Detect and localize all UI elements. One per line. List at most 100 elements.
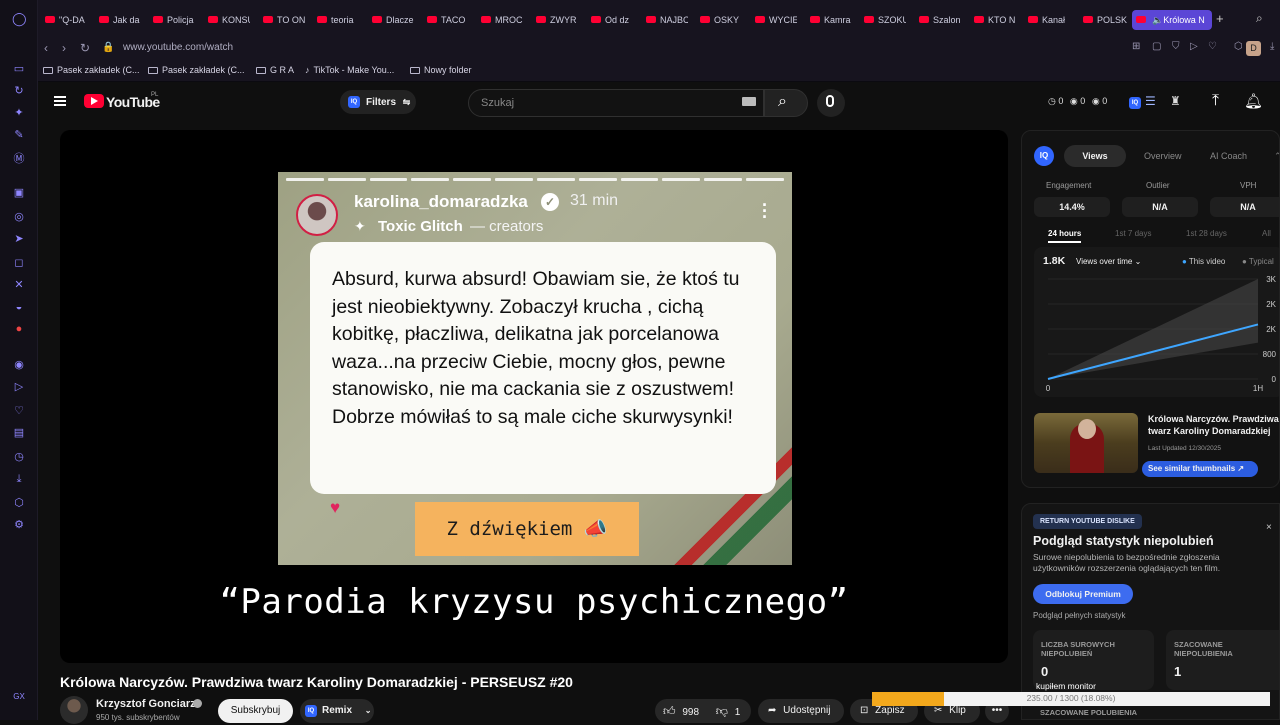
brush-icon[interactable]: ✎ bbox=[12, 128, 26, 142]
history-icon[interactable]: ◷ bbox=[12, 450, 26, 464]
shield-icon[interactable]: ⛉ bbox=[1172, 41, 1180, 52]
dislike-icon[interactable]: 👎︎ bbox=[716, 704, 728, 718]
remix-button[interactable]: IQ Remix ⌄ bbox=[300, 699, 374, 723]
tab[interactable]: TO ON bbox=[263, 10, 305, 30]
profile-avatar[interactable]: D bbox=[1246, 41, 1261, 56]
tab[interactable]: OSKY bbox=[700, 10, 742, 30]
tab[interactable]: KTO N bbox=[974, 10, 1016, 30]
settings-icon[interactable]: ⚙ bbox=[12, 518, 26, 532]
vidiq-icon[interactable]: IQ bbox=[1129, 97, 1141, 109]
time-tab-24h[interactable]: 24 hours bbox=[1048, 229, 1082, 243]
tab-ai-coach[interactable]: AI Coach bbox=[1210, 145, 1247, 167]
tab-active[interactable]: 🔈Królowa N bbox=[1132, 10, 1212, 30]
tab[interactable]: Od dz bbox=[591, 10, 633, 30]
like-icon[interactable]: 👍︎ bbox=[663, 704, 676, 718]
filters-button[interactable]: IQ Filters ⇋ bbox=[340, 90, 416, 114]
download-icon[interactable]: ⤓ bbox=[12, 472, 26, 486]
bookmark-item[interactable]: Nowy folder bbox=[410, 65, 472, 75]
list-icon[interactable]: ☰ bbox=[1145, 94, 1156, 108]
unlock-premium-button[interactable]: Odblokuj Premium bbox=[1033, 584, 1133, 604]
notifications-icon[interactable]: 🔔︎ bbox=[1244, 92, 1263, 110]
back-icon[interactable]: ‹ bbox=[44, 41, 48, 55]
tab[interactable]: KONSU bbox=[208, 10, 250, 30]
gx-icon[interactable]: GX bbox=[12, 690, 26, 704]
tab[interactable]: Dlacze bbox=[372, 10, 414, 30]
chevron-up-icon[interactable]: ⌃ bbox=[1274, 145, 1279, 167]
messenger-icon[interactable]: ◎ bbox=[12, 210, 26, 224]
search-tabs-icon[interactable]: ⌕ bbox=[1256, 11, 1263, 26]
time-tab-28d[interactable]: 1st 28 days bbox=[1186, 229, 1227, 238]
heart-icon[interactable]: ♡ bbox=[1208, 41, 1217, 52]
tab[interactable]: Kanał bbox=[1028, 10, 1070, 30]
tab[interactable]: MROC bbox=[481, 10, 523, 30]
spotify-icon[interactable]: ◉ bbox=[12, 358, 26, 372]
tab[interactable]: Kamra bbox=[810, 10, 852, 30]
refresh-icon[interactable]: ↻ bbox=[12, 84, 26, 98]
time-tab-7d[interactable]: 1st 7 days bbox=[1115, 229, 1151, 238]
trophy-icon[interactable]: ♜ bbox=[1170, 94, 1181, 108]
tab[interactable]: POLSK bbox=[1083, 10, 1127, 30]
menu-icon[interactable] bbox=[54, 96, 66, 106]
forward-icon[interactable]: › bbox=[62, 41, 66, 55]
search-button[interactable]: ⌕ bbox=[764, 89, 808, 117]
record-icon[interactable]: ● bbox=[12, 322, 26, 336]
heart-icon[interactable]: ♡ bbox=[12, 404, 26, 418]
send-icon[interactable]: ▷ bbox=[12, 380, 26, 394]
tab[interactable]: teoria bbox=[317, 10, 359, 30]
bookmark-item[interactable]: ♪ TikTok - Make You... bbox=[305, 65, 394, 75]
close-icon[interactable]: × bbox=[1266, 522, 1272, 533]
subscribe-button[interactable]: Subskrybuj bbox=[218, 699, 293, 723]
download-icon[interactable]: ⤓ bbox=[1270, 41, 1274, 52]
video-player[interactable]: karolina_domaradzka ✓ 31 min ✦ Toxic Gli… bbox=[60, 130, 1008, 663]
m-icon[interactable]: Ⓜ bbox=[12, 152, 26, 166]
bookmark-icon[interactable]: ▢ bbox=[1152, 41, 1161, 52]
extensions-icon[interactable]: ⬡ bbox=[1234, 41, 1243, 52]
twitch-icon[interactable]: ▣ bbox=[12, 186, 26, 200]
video-thumbnail[interactable] bbox=[1034, 413, 1138, 473]
share-button[interactable]: ➦ Udostępnij bbox=[758, 699, 844, 723]
time-tab-all[interactable]: All bbox=[1262, 229, 1271, 238]
x-icon[interactable]: ✕ bbox=[12, 278, 26, 292]
youtube-logo-icon[interactable] bbox=[84, 94, 104, 108]
see-similar-thumbnails-button[interactable]: See similar thumbnails ↗ bbox=[1142, 461, 1258, 477]
youtube-favicon-icon bbox=[646, 16, 656, 23]
raw-dislikes-value: 0 bbox=[1041, 664, 1049, 679]
tab[interactable]: Szalon bbox=[919, 10, 961, 30]
tab[interactable]: Jak da bbox=[99, 10, 141, 30]
bookmark-item[interactable]: G R A bbox=[256, 65, 294, 75]
bookmark-item[interactable]: Pasek zakładek (C... bbox=[148, 65, 245, 75]
full-stats-link[interactable]: Podgląd pełnych statystyk bbox=[1033, 611, 1126, 620]
url-field[interactable]: www.youtube.com/watch bbox=[123, 42, 233, 53]
tabs-icon[interactable]: ▭ bbox=[12, 62, 26, 76]
youtube-favicon-icon bbox=[153, 16, 163, 23]
like-count[interactable]: 998 bbox=[682, 707, 699, 718]
tab-views[interactable]: Views bbox=[1064, 145, 1126, 167]
dislike-count[interactable]: 1 bbox=[735, 707, 741, 718]
views-dropdown[interactable]: Views over time ⌄ bbox=[1076, 257, 1141, 266]
tab[interactable]: "Q-DA bbox=[45, 10, 93, 30]
tab[interactable]: ZWYR bbox=[536, 10, 578, 30]
bookmark-item[interactable]: Pasek zakładek (C... bbox=[43, 65, 140, 75]
telegram-icon[interactable]: ➤ bbox=[12, 232, 26, 246]
tab[interactable]: TACO bbox=[427, 10, 469, 30]
tab[interactable]: Policja bbox=[153, 10, 197, 30]
opera-logo-icon[interactable]: ◯ bbox=[12, 12, 27, 26]
tab[interactable]: WYCIE bbox=[755, 10, 797, 30]
ai-icon[interactable]: ✦ bbox=[12, 106, 26, 120]
extensions-icon[interactable]: ⬡ bbox=[12, 496, 26, 510]
upload-icon[interactable]: ⤒ bbox=[1212, 92, 1219, 110]
send-icon[interactable]: ▷ bbox=[1190, 41, 1198, 52]
new-tab-button[interactable]: + bbox=[1216, 11, 1224, 26]
tab[interactable]: SZOKU bbox=[864, 10, 906, 30]
tab-overview[interactable]: Overview bbox=[1144, 145, 1182, 167]
discord-icon[interactable]: ◒ bbox=[12, 300, 26, 314]
reload-icon[interactable]: ↻ bbox=[80, 41, 90, 55]
snapshot-icon[interactable]: ⊞ bbox=[1132, 41, 1140, 52]
search-input[interactable]: Szukaj bbox=[468, 89, 764, 117]
channel-name[interactable]: Krzysztof Gonciarz bbox=[96, 698, 196, 710]
tab[interactable]: NAJBC bbox=[646, 10, 688, 30]
instagram-icon[interactable]: ◻ bbox=[12, 256, 26, 270]
keyboard-icon[interactable] bbox=[742, 97, 756, 106]
wallet-icon[interactable]: ▤ bbox=[12, 426, 26, 440]
voice-search-button[interactable] bbox=[817, 89, 845, 117]
